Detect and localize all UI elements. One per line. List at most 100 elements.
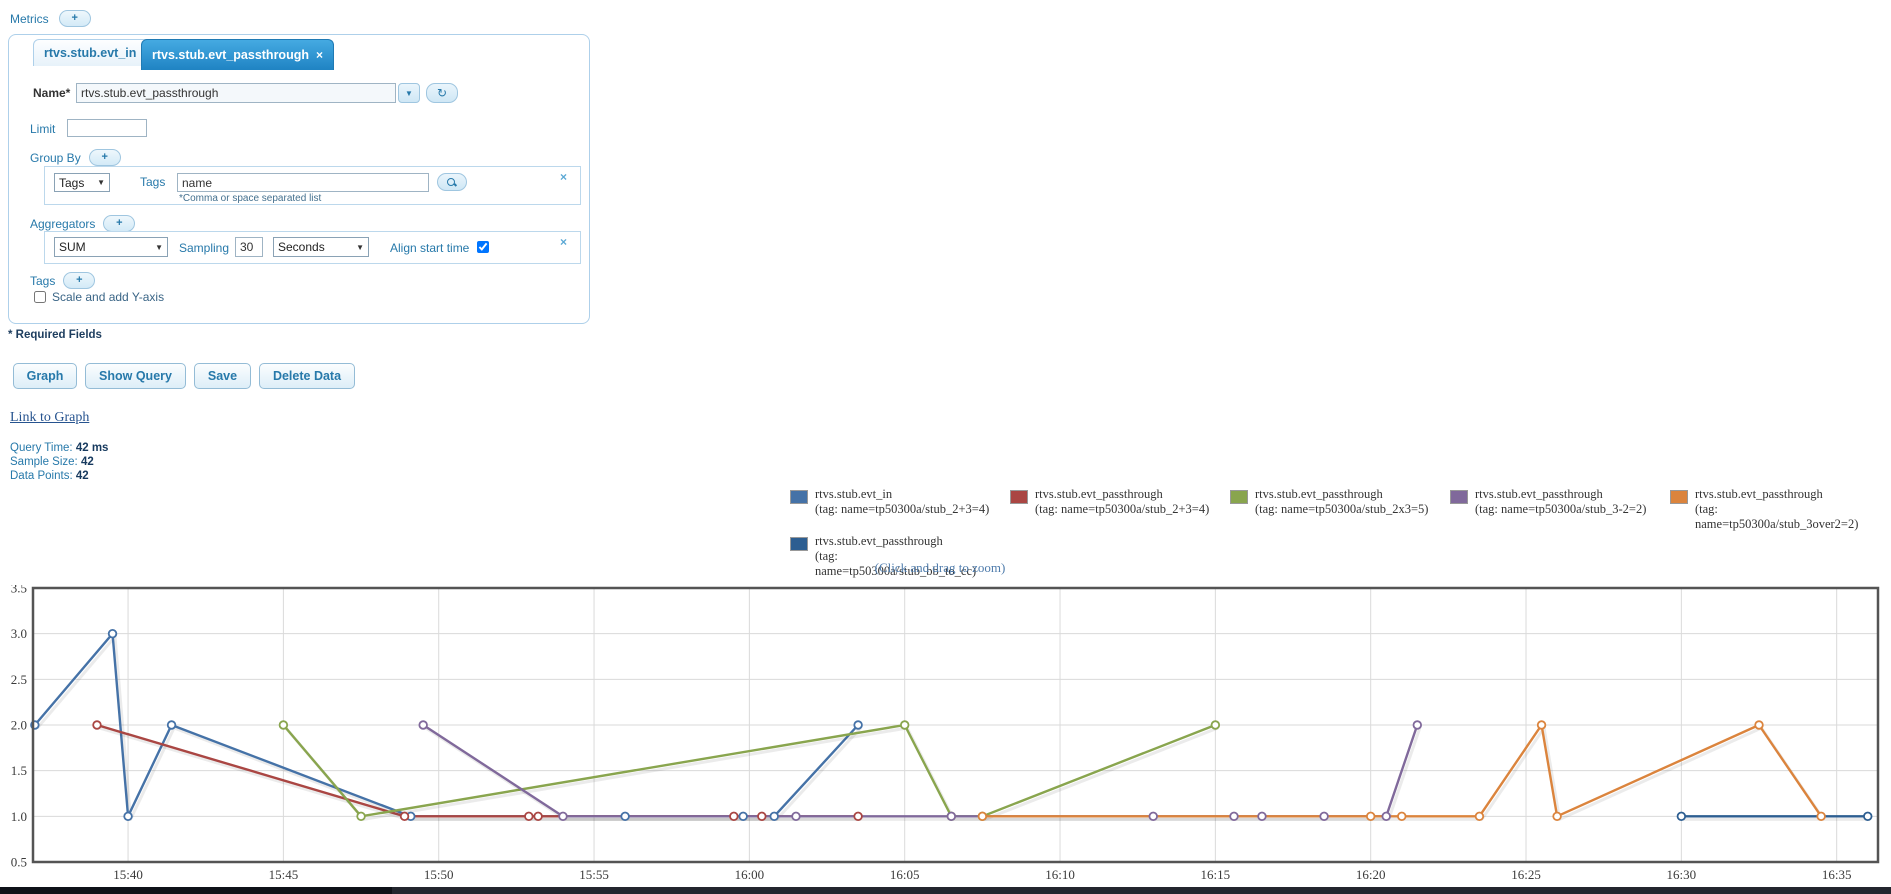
metrics-section-label: Metrics xyxy=(10,11,49,26)
zoom-hint: (Click and drag to zoom) xyxy=(874,560,1006,575)
svg-text:16:05: 16:05 xyxy=(890,867,920,882)
group-by-label: Group By xyxy=(30,150,81,165)
svg-text:16:20: 16:20 xyxy=(1356,867,1386,882)
aggregators-label: Aggregators xyxy=(30,216,96,231)
sampling-label: Sampling xyxy=(179,241,230,255)
sample-size-value: 42 xyxy=(80,456,94,468)
svg-text:1.0: 1.0 xyxy=(11,809,27,824)
svg-text:16:30: 16:30 xyxy=(1667,867,1697,882)
chevron-down-icon: ▼ xyxy=(356,242,364,252)
legend-swatch xyxy=(1670,490,1688,504)
delete-data-button[interactable]: Delete Data xyxy=(259,363,355,389)
align-start-time-checkbox[interactable] xyxy=(477,241,489,253)
query-time-label: Query Time: xyxy=(10,442,73,454)
close-tab-icon[interactable]: × xyxy=(316,49,323,61)
metric-form-panel: rtvs.stub.evt_in × rtvs.stub.evt_passthr… xyxy=(8,34,590,324)
chevron-down-icon: ▼ xyxy=(405,88,413,98)
query-time-stat: Query Time: 42 ms xyxy=(10,442,108,456)
group-by-type-value: Tags xyxy=(59,175,85,190)
svg-text:16:15: 16:15 xyxy=(1201,867,1231,882)
scale-y-axis-checkbox[interactable] xyxy=(34,291,46,303)
svg-text:15:40: 15:40 xyxy=(113,867,143,882)
legend-item: rtvs.stub.evt_passthrough (tag: name=tp50… xyxy=(1230,487,1438,531)
chevron-down-icon: ▼ xyxy=(155,242,163,252)
legend-swatch xyxy=(790,490,808,504)
tags-section-label: Tags xyxy=(30,273,56,288)
legend-label: rtvs.stub.evt_in (tag: name=tp50300a/stub… xyxy=(815,487,990,516)
svg-text:15:50: 15:50 xyxy=(424,867,454,882)
legend-item: rtvs.stub.evt_passthrough (tag: name=tp50… xyxy=(1010,487,1218,531)
group-by-tags-input[interactable] xyxy=(177,173,429,192)
legend-label: rtvs.stub.evt_passthrough (tag: name=tp50… xyxy=(1255,487,1429,516)
tab-evt-passthrough-label: rtvs.stub.evt_passthrough xyxy=(152,48,309,62)
group-by-row: Tags ▼ Tags × *Comma or space separated … xyxy=(44,166,581,205)
data-points-label: Data Points: xyxy=(10,470,73,482)
sampling-unit-select[interactable]: Seconds ▼ xyxy=(273,237,369,257)
sampling-value-input[interactable] xyxy=(235,237,263,257)
svg-text:15:45: 15:45 xyxy=(269,867,299,882)
legend-swatch xyxy=(790,537,808,552)
refresh-icon: ↻ xyxy=(436,86,448,100)
add-group-by-button[interactable]: + xyxy=(88,149,121,166)
name-label: Name* xyxy=(33,86,71,100)
graph-button[interactable]: Graph xyxy=(13,363,77,389)
legend-label: rtvs.stub.evt_passthrough (tag: name=tp50… xyxy=(1475,487,1647,516)
data-points-stat: Data Points: 42 xyxy=(10,470,89,484)
svg-text:15:55: 15:55 xyxy=(579,867,609,882)
svg-text:16:25: 16:25 xyxy=(1511,867,1541,882)
link-to-graph[interactable]: Link to Graph xyxy=(10,410,89,426)
add-tag-button[interactable]: + xyxy=(63,272,96,289)
group-by-type-select[interactable]: Tags ▼ xyxy=(54,173,110,192)
bottom-scrollbar-thumb[interactable] xyxy=(0,887,392,894)
save-button[interactable]: Save xyxy=(194,363,251,389)
tab-evt-passthrough[interactable]: rtvs.stub.evt_passthrough × xyxy=(141,39,334,70)
chart[interactable]: 0.5 1.0 1.5 2.0 2.5 3.0 3.5 15:40 15:45 15:50 15:5… xyxy=(0,581,1891,885)
limit-input[interactable] xyxy=(67,119,147,137)
add-metric-button[interactable]: + xyxy=(58,10,91,27)
sample-size-label: Sample Size: xyxy=(10,456,78,468)
search-tags-button[interactable] xyxy=(437,173,467,191)
svg-text:0.5: 0.5 xyxy=(11,855,27,870)
svg-text:3.5: 3.5 xyxy=(11,585,27,596)
legend-item: rtvs.stub.evt_in (tag: name=tp50300a/stub… xyxy=(790,487,998,531)
legend-swatch xyxy=(1230,490,1248,504)
metric-name-dropdown-button[interactable]: ▼ xyxy=(398,83,420,103)
remove-group-by-icon[interactable]: × xyxy=(560,171,567,183)
tab-evt-in-label: rtvs.stub.evt_in xyxy=(44,46,137,60)
kairosdb-query-page: Metrics + rtvs.stub.evt_in × rtvs.stub.e… xyxy=(0,0,1891,894)
svg-text:1.5: 1.5 xyxy=(11,763,27,778)
add-aggregator-button[interactable]: + xyxy=(103,215,136,232)
legend-label: rtvs.stub.evt_passthrough (tag: name=tp50… xyxy=(1695,487,1859,531)
show-query-button[interactable]: Show Query xyxy=(85,363,186,389)
tags-hint: *Comma or space separated list xyxy=(179,193,322,204)
svg-text:3.0: 3.0 xyxy=(11,626,27,641)
aggregator-function-select[interactable]: SUM ▼ xyxy=(54,237,168,257)
svg-text:2.5: 2.5 xyxy=(11,672,27,687)
group-by-tags-label: Tags xyxy=(140,175,166,189)
svg-text:16:35: 16:35 xyxy=(1822,867,1852,882)
metric-name-input[interactable] xyxy=(76,83,396,103)
svg-text:16:00: 16:00 xyxy=(735,867,765,882)
refresh-metric-button[interactable]: ↻ xyxy=(426,83,458,103)
chevron-down-icon: ▼ xyxy=(97,178,105,187)
remove-aggregator-icon[interactable]: × xyxy=(560,236,567,248)
query-time-value: 42 ms xyxy=(75,442,109,454)
legend-item: rtvs.stub.evt_passthrough (tag: name=tp50… xyxy=(1450,487,1658,531)
required-fields-note: * Required Fields xyxy=(8,329,102,341)
legend-item: rtvs.stub.evt_passthrough (tag: name=tp50… xyxy=(1670,487,1878,531)
data-points-value: 42 xyxy=(75,470,89,482)
svg-text:2.0: 2.0 xyxy=(11,718,27,733)
limit-label: Limit xyxy=(30,122,56,136)
align-start-time-label: Align start time xyxy=(390,241,470,255)
aggregator-function-value: SUM xyxy=(59,240,86,254)
legend-label: rtvs.stub.evt_passthrough (tag: name=tp50… xyxy=(1035,487,1210,516)
chart-svg[interactable]: 0.5 1.0 1.5 2.0 2.5 3.0 3.5 15:40 15:45 15:50 15:5… xyxy=(0,581,1891,885)
legend-swatch xyxy=(1010,490,1028,504)
scale-y-axis-label: Scale and add Y-axis xyxy=(52,290,165,304)
sampling-unit-value: Seconds xyxy=(278,240,325,254)
legend-swatch xyxy=(1450,490,1468,504)
svg-text:16:10: 16:10 xyxy=(1045,867,1075,882)
aggregator-row: SUM ▼ Sampling Seconds ▼ Align start tim… xyxy=(44,231,581,264)
sample-size-stat: Sample Size: 42 xyxy=(10,456,94,470)
search-icon xyxy=(447,177,458,187)
